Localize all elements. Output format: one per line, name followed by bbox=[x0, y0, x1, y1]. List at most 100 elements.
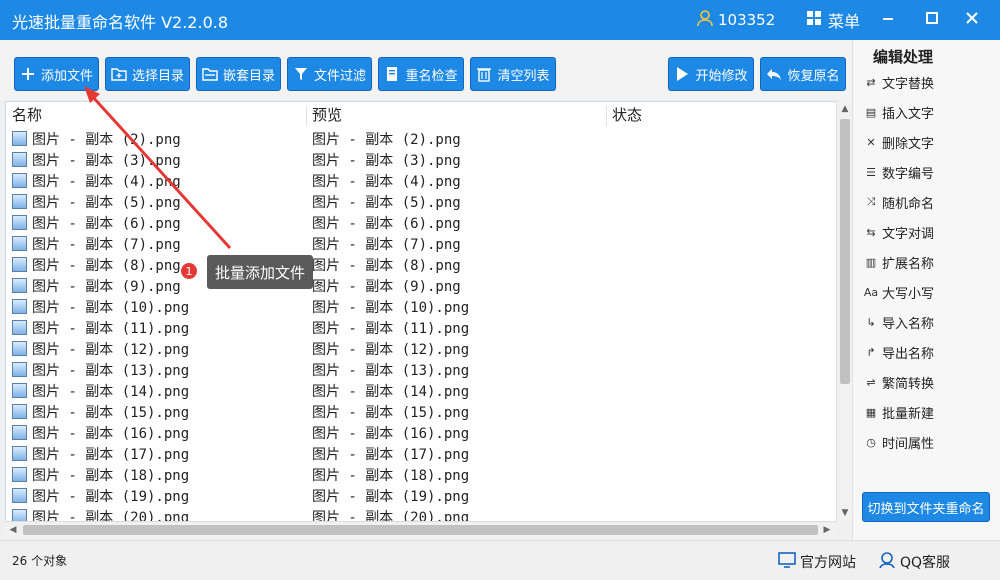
scroll-right-icon[interactable]: ▶ bbox=[819, 522, 835, 538]
sidebar-item[interactable]: ↱ 导出名称 bbox=[863, 341, 934, 363]
sidebar-item-label: 批量新建 bbox=[882, 406, 935, 422]
restore-name-label: 恢复原名 bbox=[787, 68, 840, 84]
convert-icon: ⇌ bbox=[866, 375, 876, 389]
sidebar-item[interactable]: ▥ 扩展名称 bbox=[863, 251, 934, 273]
sidebar-item-label: 导出名称 bbox=[882, 346, 935, 362]
scroll-left-icon[interactable]: ◀ bbox=[5, 522, 21, 538]
scroll-down-icon[interactable]: ▼ bbox=[837, 505, 853, 521]
table-row[interactable]: 图片 - 副本 (3).png 图片 - 副本 (3).png bbox=[6, 149, 836, 170]
extension-icon: ▥ bbox=[865, 255, 877, 269]
file-preview: 图片 - 副本 (16).png bbox=[312, 426, 470, 442]
trash-icon bbox=[476, 66, 492, 82]
table-row[interactable]: 图片 - 副本 (4).png 图片 - 副本 (4).png bbox=[6, 170, 836, 191]
horizontal-scroll-thumb[interactable] bbox=[23, 525, 818, 535]
file-filter-button[interactable]: 文件过滤 bbox=[287, 57, 372, 91]
column-header-name[interactable]: 名称 bbox=[12, 102, 42, 128]
rename-check-button[interactable]: 重名检查 bbox=[378, 57, 464, 91]
file-name: 图片 - 副本 (14).png bbox=[32, 384, 190, 400]
table-row[interactable]: 图片 - 副本 (19).png 图片 - 副本 (19).png bbox=[6, 485, 836, 506]
table-row[interactable]: 图片 - 副本 (16).png 图片 - 副本 (16).png bbox=[6, 422, 836, 443]
sidebar-item[interactable]: ⇆ 文字对调 bbox=[863, 221, 934, 243]
maximize-button[interactable] bbox=[918, 6, 946, 34]
switch-folder-rename-button[interactable]: 切换到文件夹重命名 bbox=[862, 492, 990, 522]
edit-sidebar: 编辑处理 ⇄ 文字替换 ▤ 插入文字 ✕ 删除文字 ☰ 数字编号 ⤨ 随机命名 ⇆ 文字对调 ▥ 扩展名称… bbox=[852, 40, 1000, 540]
sidebar-item[interactable]: ◷ 时间属性 bbox=[863, 431, 934, 453]
select-dir-button[interactable]: 选择目录 bbox=[105, 57, 190, 91]
file-name: 图片 - 副本 (13).png bbox=[32, 363, 190, 379]
start-modify-button[interactable]: 开始修改 bbox=[668, 57, 754, 91]
table-row[interactable]: 图片 - 副本 (9).png 图片 - 副本 (9).png bbox=[6, 275, 836, 296]
rename-check-label: 重名检查 bbox=[405, 68, 458, 84]
table-row[interactable]: 图片 - 副本 (11).png 图片 - 副本 (11).png bbox=[6, 317, 836, 338]
table-row[interactable]: 图片 - 副本 (14).png 图片 - 副本 (14).png bbox=[6, 380, 836, 401]
clear-list-button[interactable]: 清空列表 bbox=[470, 57, 556, 91]
file-preview: 图片 - 副本 (6).png bbox=[312, 216, 461, 232]
vertical-scrollbar[interactable]: ▲ ▼ bbox=[836, 101, 852, 521]
horizontal-scrollbar[interactable]: ◀ ▶ bbox=[5, 521, 837, 537]
user-account[interactable]: 103352 bbox=[696, 9, 775, 31]
image-file-icon bbox=[12, 425, 27, 440]
table-row[interactable]: 图片 - 副本 (17).png 图片 - 副本 (17).png bbox=[6, 443, 836, 464]
file-name: 图片 - 副本 (6).png bbox=[32, 216, 181, 232]
table-row[interactable]: 图片 - 副本 (6).png 图片 - 副本 (6).png bbox=[6, 212, 836, 233]
sidebar-item[interactable]: ✕ 删除文字 bbox=[863, 131, 934, 153]
column-header-preview[interactable]: 预览 bbox=[312, 102, 342, 128]
user-id: 103352 bbox=[718, 11, 776, 29]
clock-icon: ◷ bbox=[866, 435, 876, 449]
filter-icon bbox=[293, 66, 309, 82]
sidebar-item[interactable]: ☰ 数字编号 bbox=[863, 161, 934, 183]
file-name: 图片 - 副本 (11).png bbox=[32, 321, 190, 337]
export-icon: ↱ bbox=[866, 345, 876, 359]
image-file-icon bbox=[12, 278, 27, 293]
file-name: 图片 - 副本 (15).png bbox=[32, 405, 190, 421]
restore-name-button[interactable]: 恢复原名 bbox=[760, 57, 846, 91]
annotation-badge: 1 bbox=[180, 262, 198, 280]
table-row[interactable]: 图片 - 副本 (8).png 图片 - 副本 (8).png bbox=[6, 254, 836, 275]
column-header-status[interactable]: 状态 bbox=[612, 102, 642, 128]
vertical-scroll-thumb[interactable] bbox=[840, 119, 850, 384]
table-row[interactable]: 图片 - 副本 (10).png 图片 - 副本 (10).png bbox=[6, 296, 836, 317]
minimize-button[interactable] bbox=[874, 6, 902, 34]
sidebar-item[interactable]: ▤ 插入文字 bbox=[863, 101, 934, 123]
close-button[interactable] bbox=[958, 6, 986, 34]
table-row[interactable]: 图片 - 副本 (15).png 图片 - 副本 (15).png bbox=[6, 401, 836, 422]
table-row[interactable]: 图片 - 副本 (12).png 图片 - 副本 (12).png bbox=[6, 338, 836, 359]
nested-dir-label: 嵌套目录 bbox=[222, 68, 275, 84]
menu-button[interactable]: 菜单 bbox=[806, 8, 860, 32]
table-row[interactable]: 图片 - 副本 (13).png 图片 - 副本 (13).png bbox=[6, 359, 836, 380]
scroll-up-icon[interactable]: ▲ bbox=[837, 101, 853, 117]
add-files-label: 添加文件 bbox=[40, 68, 93, 84]
sidebar-item[interactable]: Aa 大写小写 bbox=[863, 281, 934, 303]
website-link[interactable]: 官方网站 bbox=[778, 551, 856, 573]
file-preview: 图片 - 副本 (17).png bbox=[312, 447, 470, 463]
image-file-icon bbox=[12, 236, 27, 251]
image-file-icon bbox=[12, 131, 27, 146]
sidebar-item-label: 导入名称 bbox=[882, 316, 935, 332]
object-count: 26 个对象 bbox=[12, 554, 68, 568]
table-row[interactable]: 图片 - 副本 (18).png 图片 - 副本 (18).png bbox=[6, 464, 836, 485]
insert-doc-icon: ▤ bbox=[865, 105, 877, 119]
table-row[interactable]: 图片 - 副本 (2).png 图片 - 副本 (2).png bbox=[6, 128, 836, 149]
table-row[interactable]: 图片 - 副本 (5).png 图片 - 副本 (5).png bbox=[6, 191, 836, 212]
nested-dir-button[interactable]: 嵌套目录 bbox=[196, 57, 281, 91]
image-file-icon bbox=[12, 404, 27, 419]
exchange-icon: ⇆ bbox=[866, 225, 876, 239]
file-name: 图片 - 副本 (18).png bbox=[32, 468, 190, 484]
add-files-button[interactable]: 添加文件 bbox=[14, 57, 99, 91]
sidebar-item[interactable]: ↳ 导入名称 bbox=[863, 311, 934, 333]
sidebar-item[interactable]: ⇄ 文字替换 bbox=[863, 71, 934, 93]
sidebar-item[interactable]: ⤨ 随机命名 bbox=[863, 191, 934, 213]
import-icon: ↳ bbox=[866, 315, 876, 329]
file-list[interactable]: 名称 预览 状态 图片 - 副本 (2).png 图片 - 副本 (2).png 图… bbox=[5, 101, 837, 537]
image-file-icon bbox=[12, 257, 27, 272]
folder-plus-icon bbox=[111, 66, 127, 82]
file-preview: 图片 - 副本 (19).png bbox=[312, 489, 470, 505]
column-divider[interactable] bbox=[306, 106, 307, 126]
sidebar-item[interactable]: ⇌ 繁简转换 bbox=[863, 371, 934, 393]
table-row[interactable]: 图片 - 副本 (7).png 图片 - 副本 (7).png bbox=[6, 233, 836, 254]
column-divider[interactable] bbox=[606, 106, 607, 126]
file-preview: 图片 - 副本 (3).png bbox=[312, 153, 461, 169]
qq-service-link[interactable]: QQ客服 bbox=[878, 551, 950, 573]
sidebar-item[interactable]: ▦ 批量新建 bbox=[863, 401, 934, 423]
swap-icon: ⇄ bbox=[866, 75, 876, 89]
